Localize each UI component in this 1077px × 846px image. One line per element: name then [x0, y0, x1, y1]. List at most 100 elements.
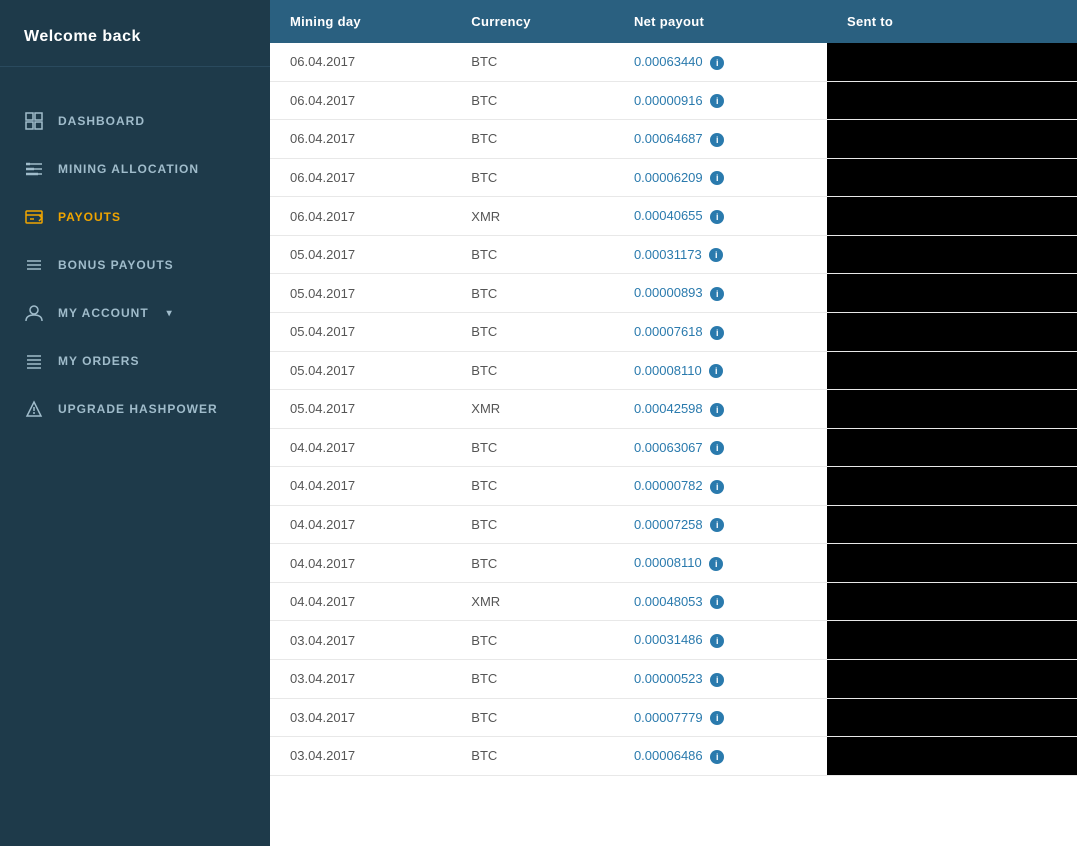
- cell-sent-to: [827, 737, 1077, 776]
- orders-icon: [24, 351, 44, 371]
- cell-sent-to: [827, 43, 1077, 81]
- payouts-table-container: Mining day Currency Net payout Sent to 0…: [270, 0, 1077, 846]
- table-row: 04.04.2017XMR0.00048053 i: [270, 582, 1077, 621]
- table-row: 03.04.2017BTC0.00007779 i: [270, 698, 1077, 737]
- cell-date: 05.04.2017: [270, 390, 451, 429]
- info-icon[interactable]: i: [710, 210, 724, 224]
- cell-net-payout: 0.00000916 i: [614, 81, 827, 120]
- info-icon[interactable]: i: [710, 287, 724, 301]
- cell-sent-to: [827, 274, 1077, 313]
- cell-sent-to: [827, 81, 1077, 120]
- col-mining-day: Mining day: [270, 0, 451, 43]
- info-icon[interactable]: i: [710, 518, 724, 532]
- cell-currency: BTC: [451, 312, 614, 351]
- sidebar-item-dashboard[interactable]: DASHBOARD: [0, 97, 270, 145]
- cell-sent-to: [827, 698, 1077, 737]
- cell-currency: BTC: [451, 235, 614, 274]
- cell-net-payout: 0.00000893 i: [614, 274, 827, 313]
- table-row: 05.04.2017XMR0.00042598 i: [270, 390, 1077, 429]
- cell-sent-to: [827, 428, 1077, 467]
- cell-net-payout: 0.00063067 i: [614, 428, 827, 467]
- cell-net-payout: 0.00000782 i: [614, 467, 827, 506]
- cell-currency: BTC: [451, 660, 614, 699]
- info-icon[interactable]: i: [710, 480, 724, 494]
- table-row: 06.04.2017XMR0.00040655 i: [270, 197, 1077, 236]
- info-icon[interactable]: i: [709, 557, 723, 571]
- cell-date: 04.04.2017: [270, 544, 451, 583]
- table-row: 05.04.2017BTC0.00008110 i: [270, 351, 1077, 390]
- sidebar-item-my-orders[interactable]: MY ORDERS: [0, 337, 270, 385]
- sidebar-item-payouts[interactable]: PAYOUTS: [0, 193, 270, 241]
- cell-date: 03.04.2017: [270, 621, 451, 660]
- table-row: 03.04.2017BTC0.00000523 i: [270, 660, 1077, 699]
- info-icon[interactable]: i: [710, 750, 724, 764]
- cell-net-payout: 0.00042598 i: [614, 390, 827, 429]
- cell-currency: BTC: [451, 158, 614, 197]
- payouts-icon: [24, 207, 44, 227]
- cell-currency: BTC: [451, 428, 614, 467]
- table-row: 05.04.2017BTC0.00000893 i: [270, 274, 1077, 313]
- payouts-table: Mining day Currency Net payout Sent to 0…: [270, 0, 1077, 776]
- dashboard-icon: [24, 111, 44, 131]
- upgrade-hashpower-label: UPGRADE HASHPOWER: [58, 402, 218, 416]
- cell-currency: BTC: [451, 698, 614, 737]
- table-row: 04.04.2017BTC0.00063067 i: [270, 428, 1077, 467]
- cell-currency: BTC: [451, 737, 614, 776]
- cell-date: 03.04.2017: [270, 698, 451, 737]
- mining-allocation-label: MINING ALLOCATION: [58, 162, 199, 176]
- table-row: 05.04.2017BTC0.00031173 i: [270, 235, 1077, 274]
- col-net-payout: Net payout: [614, 0, 827, 43]
- cell-sent-to: [827, 505, 1077, 544]
- cell-sent-to: [827, 621, 1077, 660]
- info-icon[interactable]: i: [710, 711, 724, 725]
- info-icon[interactable]: i: [709, 364, 723, 378]
- cell-sent-to: [827, 390, 1077, 429]
- sidebar-item-my-account[interactable]: MY ACCOUNT ▾: [0, 289, 270, 337]
- cell-date: 04.04.2017: [270, 467, 451, 506]
- cell-sent-to: [827, 158, 1077, 197]
- cell-date: 04.04.2017: [270, 428, 451, 467]
- info-icon[interactable]: i: [709, 248, 723, 262]
- table-row: 04.04.2017BTC0.00007258 i: [270, 505, 1077, 544]
- col-sent-to: Sent to: [827, 0, 1077, 43]
- cell-net-payout: 0.00006209 i: [614, 158, 827, 197]
- info-icon[interactable]: i: [710, 441, 724, 455]
- info-icon[interactable]: i: [710, 403, 724, 417]
- dashboard-label: DASHBOARD: [58, 114, 145, 128]
- upgrade-icon: [24, 399, 44, 419]
- cell-net-payout: 0.00007779 i: [614, 698, 827, 737]
- account-dropdown-arrow: ▾: [167, 308, 173, 319]
- table-row: 03.04.2017BTC0.00031486 i: [270, 621, 1077, 660]
- cell-date: 06.04.2017: [270, 43, 451, 81]
- info-icon[interactable]: i: [710, 171, 724, 185]
- cell-sent-to: [827, 582, 1077, 621]
- payouts-label: PAYOUTS: [58, 210, 121, 224]
- cell-date: 04.04.2017: [270, 505, 451, 544]
- info-icon[interactable]: i: [710, 595, 724, 609]
- cell-date: 05.04.2017: [270, 235, 451, 274]
- sidebar-item-mining-allocation[interactable]: MINING ALLOCATION: [0, 145, 270, 193]
- sidebar-item-bonus-payouts[interactable]: BONUS PAYOUTS: [0, 241, 270, 289]
- info-icon[interactable]: i: [710, 673, 724, 687]
- info-icon[interactable]: i: [710, 94, 724, 108]
- cell-sent-to: [827, 467, 1077, 506]
- col-currency: Currency: [451, 0, 614, 43]
- cell-currency: BTC: [451, 621, 614, 660]
- cell-currency: BTC: [451, 81, 614, 120]
- sidebar-item-upgrade-hashpower[interactable]: UPGRADE HASHPOWER: [0, 385, 270, 433]
- cell-net-payout: 0.00007618 i: [614, 312, 827, 351]
- welcome-text: Welcome back: [24, 28, 141, 45]
- info-icon[interactable]: i: [710, 634, 724, 648]
- cell-date: 03.04.2017: [270, 660, 451, 699]
- cell-currency: BTC: [451, 505, 614, 544]
- table-row: 04.04.2017BTC0.00000782 i: [270, 467, 1077, 506]
- info-icon[interactable]: i: [710, 56, 724, 70]
- info-icon[interactable]: i: [710, 326, 724, 340]
- info-icon[interactable]: i: [710, 133, 724, 147]
- cell-sent-to: [827, 351, 1077, 390]
- cell-date: 06.04.2017: [270, 120, 451, 159]
- my-account-label: MY ACCOUNT: [58, 306, 149, 320]
- mining-icon: [24, 159, 44, 179]
- cell-net-payout: 0.00007258 i: [614, 505, 827, 544]
- cell-currency: BTC: [451, 544, 614, 583]
